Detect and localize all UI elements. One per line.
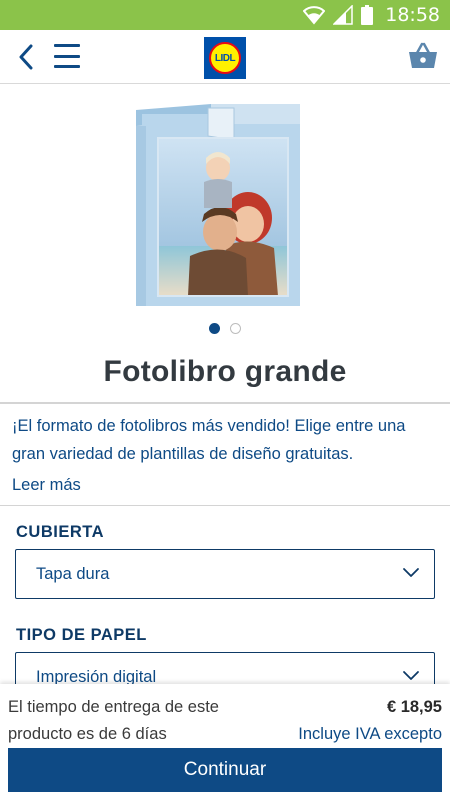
chevron-left-icon (19, 44, 33, 70)
divider (0, 402, 450, 404)
wifi-icon (303, 6, 326, 25)
status-time: 18:58 (385, 4, 440, 26)
product-description: ¡El formato de fotolibros más vendido! E… (12, 417, 406, 463)
delivery-time-text: El tiempo de entrega de este producto es… (8, 698, 219, 743)
signal-icon (333, 5, 353, 25)
status-bar: 18:58 (0, 0, 450, 30)
logo-text: LIDL (214, 52, 236, 64)
product-price: € 18,95 (386, 698, 442, 716)
app-header: LIDL (0, 30, 450, 84)
read-more-link[interactable]: Leer más (12, 476, 81, 495)
checkout-footer: El tiempo de entrega de este producto es… (0, 684, 450, 800)
product-image[interactable] (116, 96, 334, 310)
product-title: Fotolibro grande (103, 355, 347, 388)
cover-select-value: Tapa dura (36, 564, 110, 583)
hamburger-menu-icon[interactable] (54, 44, 80, 68)
shopping-basket-icon[interactable] (408, 42, 438, 70)
cover-select[interactable]: Tapa dura (15, 549, 435, 599)
divider (0, 505, 450, 506)
carousel-dot-active[interactable] (209, 323, 220, 334)
carousel-indicator (0, 323, 450, 334)
chevron-down-icon (403, 671, 419, 680)
back-button[interactable] (12, 42, 40, 72)
lidl-logo[interactable]: LIDL (204, 37, 246, 79)
carousel-dot[interactable] (230, 323, 241, 334)
continue-button[interactable]: Continuar (8, 748, 442, 792)
paper-type-label: TIPO DE PAPEL (16, 626, 147, 644)
vat-note: Incluye IVA excepto (298, 725, 442, 743)
cover-label: CUBIERTA (16, 523, 105, 541)
battery-icon (361, 5, 374, 25)
chevron-down-icon (403, 568, 419, 577)
